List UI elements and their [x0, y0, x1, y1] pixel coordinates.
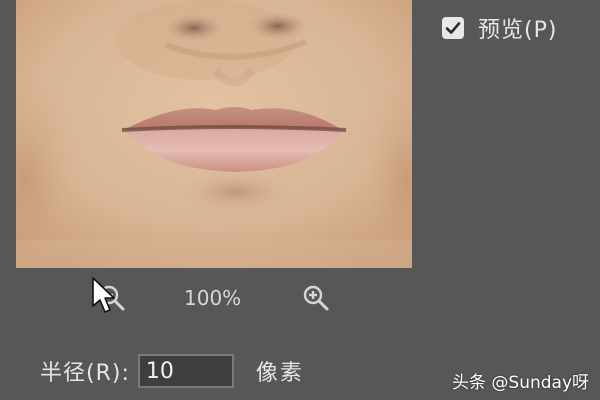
preview-image[interactable] — [16, 0, 412, 268]
zoom-controls: 100% — [0, 280, 420, 320]
preview-label: 预览(P) — [478, 18, 558, 43]
radius-input[interactable] — [137, 354, 234, 388]
checkmark-icon — [445, 22, 461, 34]
zoom-level: 100% — [184, 286, 242, 310]
filter-dialog: 预览(P) 100% 半径(R): 像素 头条 @Sunday呀 — [0, 0, 600, 400]
mouse-cursor-icon — [92, 277, 115, 313]
zoom-in-icon[interactable] — [302, 284, 330, 312]
radius-row: 半径(R): 像素 — [40, 352, 304, 390]
face-preview-illustration — [16, 0, 412, 268]
preview-checkbox[interactable] — [442, 17, 464, 39]
radius-unit: 像素 — [255, 361, 304, 386]
radius-label: 半径(R): — [40, 361, 130, 386]
watermark-text: 头条 @Sunday呀 — [452, 373, 590, 393]
preview-toggle[interactable]: 预览(P) — [442, 12, 557, 44]
